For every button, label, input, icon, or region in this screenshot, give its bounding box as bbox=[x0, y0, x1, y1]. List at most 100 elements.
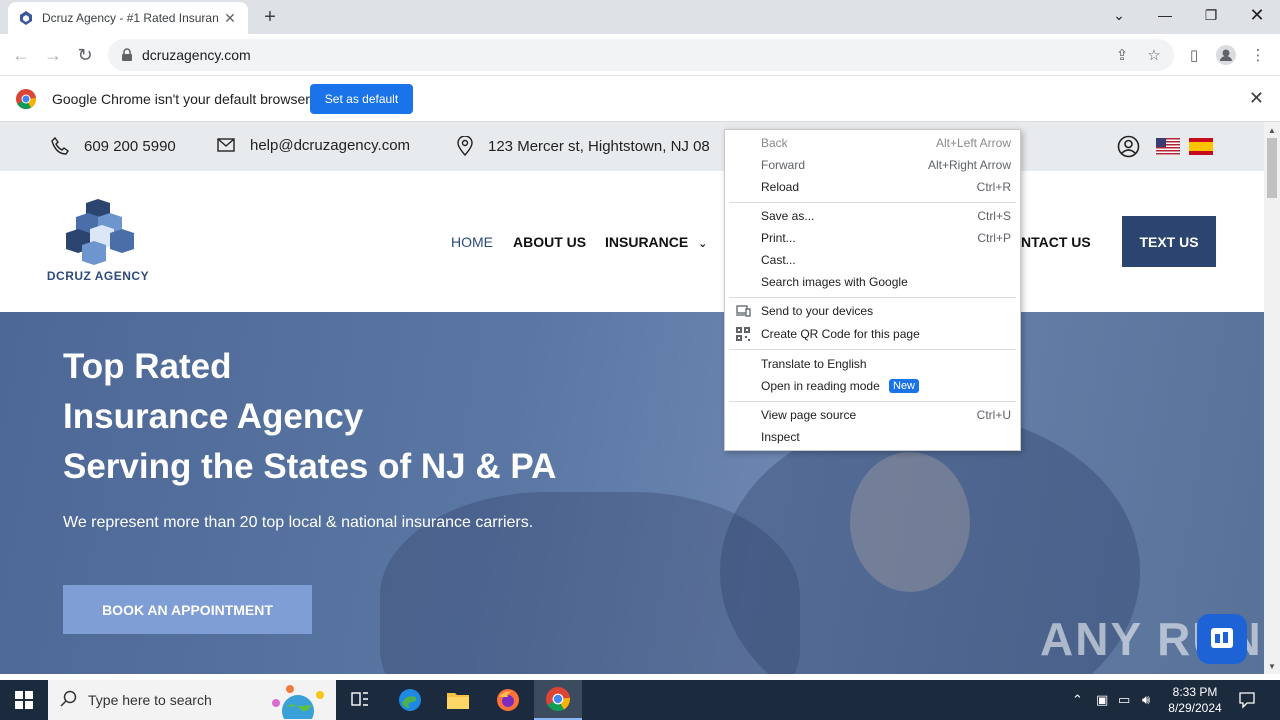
share-icon[interactable]: ⇪ bbox=[1110, 43, 1134, 67]
menu-kebab-icon[interactable]: ⋮ bbox=[1246, 43, 1270, 67]
menu-separator bbox=[729, 202, 1016, 203]
reload-button[interactable]: ↻ bbox=[72, 42, 98, 68]
spain-flag-icon[interactable] bbox=[1189, 138, 1213, 155]
menu-item-view-source[interactable]: View page source Ctrl+U bbox=[725, 404, 1020, 426]
firefox-app[interactable] bbox=[484, 680, 532, 720]
menu-item-shortcut: Ctrl+R bbox=[976, 180, 1011, 194]
edge-app[interactable] bbox=[386, 680, 434, 720]
edge-icon bbox=[399, 689, 421, 711]
chat-icon bbox=[1211, 628, 1233, 648]
phone-contact[interactable]: 609 200 5990 bbox=[50, 136, 176, 156]
taskbar-clock[interactable]: 8:33 PM 8/29/2024 bbox=[1160, 684, 1230, 716]
menu-item-label: Inspect bbox=[761, 430, 800, 444]
menu-item-cast[interactable]: Cast... bbox=[725, 249, 1020, 271]
menu-item-label: Create QR Code for this page bbox=[761, 327, 920, 341]
browser-tab[interactable]: Dcruz Agency - #1 Rated Insuran ✕ bbox=[8, 2, 248, 34]
menu-item-label: Search images with Google bbox=[761, 275, 908, 289]
chat-widget-button[interactable] bbox=[1197, 614, 1247, 664]
menu-item-shortcut: Ctrl+U bbox=[976, 408, 1011, 422]
task-view-icon bbox=[351, 692, 368, 706]
infobar-message: Google Chrome isn't your default browser bbox=[52, 91, 310, 107]
file-explorer-app[interactable] bbox=[434, 680, 482, 720]
url-text: dcruzagency.com bbox=[142, 47, 251, 63]
chevron-down-icon: ⌄ bbox=[698, 238, 708, 250]
brand-name: DCRUZ AGENCY bbox=[46, 269, 150, 283]
menu-item-label: Cast... bbox=[761, 253, 796, 267]
show-hidden-icons[interactable]: ⌃ bbox=[1072, 680, 1083, 720]
menu-item-save-as[interactable]: Save as... Ctrl+S bbox=[725, 205, 1020, 227]
chrome-app[interactable] bbox=[534, 680, 582, 720]
scrollbar-thumb[interactable] bbox=[1267, 138, 1277, 198]
back-button[interactable]: ← bbox=[8, 42, 34, 68]
menu-item-reading-mode[interactable]: Open in reading mode New bbox=[725, 375, 1020, 397]
menu-item-label: Forward bbox=[761, 158, 806, 172]
minimize-button[interactable]: — bbox=[1142, 0, 1188, 30]
tab-close-icon[interactable]: ✕ bbox=[222, 10, 238, 26]
menu-separator bbox=[729, 349, 1016, 350]
menu-item-search-images[interactable]: Search images with Google bbox=[725, 271, 1020, 293]
taskbar-search-box[interactable]: Type here to search bbox=[48, 680, 336, 720]
side-panel-icon[interactable]: ▯ bbox=[1182, 43, 1206, 67]
address-contact[interactable]: 123 Mercer st, Hightstown, NJ 08 bbox=[456, 136, 710, 156]
bookmark-star-icon[interactable]: ☆ bbox=[1142, 43, 1166, 67]
agency-logo[interactable]: DCRUZ AGENCY bbox=[46, 199, 150, 289]
clock-date: 8/29/2024 bbox=[1168, 701, 1222, 715]
phone-number: 609 200 5990 bbox=[84, 137, 176, 155]
network-icon[interactable]: ▭ bbox=[1118, 680, 1130, 720]
profile-icon[interactable] bbox=[1214, 43, 1238, 67]
restore-button[interactable]: ❐ bbox=[1188, 0, 1234, 30]
tab-search-chevron-icon[interactable]: ⌄ bbox=[1096, 0, 1142, 30]
user-account-icon[interactable] bbox=[1117, 135, 1140, 158]
text-us-button[interactable]: TEXT US bbox=[1122, 216, 1216, 267]
scroll-down-arrow-icon[interactable]: ▼ bbox=[1268, 662, 1276, 671]
start-button[interactable] bbox=[0, 680, 48, 720]
menu-item-translate[interactable]: Translate to English bbox=[725, 353, 1020, 375]
tray-device-icon[interactable]: ▣ bbox=[1096, 680, 1108, 720]
page-scrollbar[interactable]: ▲ ▼ bbox=[1264, 122, 1280, 674]
nav-insurance[interactable]: INSURANCE ⌄ bbox=[605, 234, 707, 250]
menu-item-shortcut: Ctrl+S bbox=[977, 209, 1011, 223]
lock-icon bbox=[122, 48, 132, 61]
menu-item-back[interactable]: Back Alt+Left Arrow bbox=[725, 132, 1020, 154]
hero-photo-face bbox=[850, 452, 970, 592]
context-menu: Back Alt+Left Arrow Forward Alt+Right Ar… bbox=[724, 129, 1021, 451]
nav-home[interactable]: HOME bbox=[451, 234, 493, 250]
menu-separator bbox=[729, 297, 1016, 298]
set-as-default-button[interactable]: Set as default bbox=[310, 84, 413, 114]
hero-heading-line-2: Insurance Agency bbox=[63, 397, 364, 436]
menu-item-label: Print... bbox=[761, 231, 796, 245]
infobar-close-icon[interactable]: ✕ bbox=[1249, 88, 1264, 109]
hero-heading-line-3: Serving the States of NJ & PA bbox=[63, 447, 557, 486]
chrome-logo-icon bbox=[16, 89, 36, 109]
notifications-icon[interactable] bbox=[1238, 680, 1256, 720]
task-view-button[interactable] bbox=[336, 680, 384, 720]
menu-item-label: Translate to English bbox=[761, 357, 867, 371]
email-contact[interactable]: help@dcruzagency.com bbox=[216, 136, 410, 154]
site-header: DCRUZ AGENCY HOME ABOUT US INSURANCE ⌄ N… bbox=[0, 171, 1264, 312]
forward-button[interactable]: → bbox=[40, 42, 66, 68]
phone-icon bbox=[51, 136, 69, 155]
menu-item-create-qr[interactable]: Create QR Code for this page bbox=[725, 323, 1020, 345]
nav-about-us[interactable]: ABOUT US bbox=[513, 234, 586, 250]
volume-icon[interactable]: 🔊︎ bbox=[1142, 680, 1150, 720]
menu-item-forward[interactable]: Forward Alt+Right Arrow bbox=[725, 154, 1020, 176]
us-flag-icon[interactable] bbox=[1156, 138, 1180, 155]
hero-heading-line-1: Top Rated bbox=[63, 347, 232, 386]
menu-item-print[interactable]: Print... Ctrl+P bbox=[725, 227, 1020, 249]
menu-item-inspect[interactable]: Inspect bbox=[725, 426, 1020, 448]
scroll-up-arrow-icon[interactable]: ▲ bbox=[1268, 126, 1276, 135]
menu-item-send-to-devices[interactable]: Send to your devices bbox=[725, 300, 1020, 322]
contact-top-bar: 609 200 5990 help@dcruzagency.com 123 Me… bbox=[0, 122, 1264, 171]
new-tab-button[interactable]: + bbox=[258, 6, 282, 30]
close-window-button[interactable]: ✕ bbox=[1234, 0, 1280, 30]
address-bar[interactable]: dcruzagency.com bbox=[108, 39, 1174, 71]
book-appointment-button[interactable]: BOOK AN APPOINTMENT bbox=[63, 585, 312, 634]
menu-item-reload[interactable]: Reload Ctrl+R bbox=[725, 176, 1020, 198]
windows-logo-icon bbox=[15, 691, 33, 709]
hero-heading: Top Rated Insurance Agency Serving the S… bbox=[63, 342, 556, 492]
nav-contact-us[interactable]: NTACT US bbox=[1021, 234, 1091, 250]
devices-icon bbox=[736, 305, 751, 317]
cubes-logo-icon bbox=[66, 199, 134, 265]
qr-code-icon bbox=[736, 327, 750, 341]
envelope-icon bbox=[217, 138, 235, 152]
